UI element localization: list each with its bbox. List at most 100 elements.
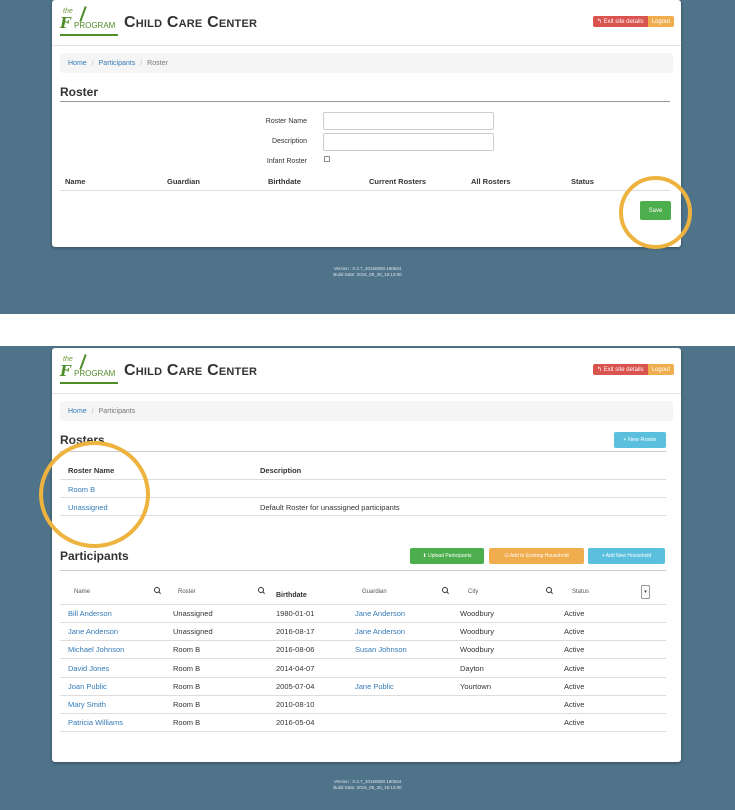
- participant-status: Active: [564, 645, 585, 655]
- infant-roster-label: Infant Roster: [266, 158, 307, 165]
- header-divider: [52, 45, 681, 46]
- participant-roster: Unassigned: [173, 609, 213, 618]
- row-rule: [60, 713, 666, 714]
- exit-site-details-button[interactable]: ↰ Exit site details: [592, 16, 648, 27]
- participant-status: Active: [564, 700, 585, 709]
- participant-name-link[interactable]: Joan Public: [68, 682, 107, 691]
- guardian-search-icon[interactable]: [442, 587, 449, 594]
- participant-name-link[interactable]: David Jones: [68, 664, 109, 673]
- save-highlight-ring: [619, 176, 692, 249]
- roster-name-label: Roster Name: [265, 118, 307, 125]
- column-guardian: Guardian: [167, 177, 200, 186]
- participant-birthdate: 1980-01-01: [276, 609, 315, 618]
- footer-build: Build Date: 2016_08_30_16:13:00: [333, 785, 402, 790]
- participant-roster: Room B: [173, 645, 201, 655]
- participant-birthdate: 2010-08-10: [276, 700, 315, 709]
- participant-city: Yourtown: [460, 681, 491, 691]
- upload-participants-button[interactable]: ⬆ Upload Participants: [410, 548, 484, 564]
- infant-roster-checkbox[interactable]: [324, 156, 330, 162]
- participant-name-link[interactable]: Patricia Williams: [68, 718, 123, 727]
- breadcrumb-current: Participants: [98, 407, 136, 415]
- participants-panel: the F PROGRAM Child Care Center ↰ Exit s…: [52, 348, 681, 762]
- rosters-rule: [60, 451, 666, 452]
- footer-version-2: Version : 0.3.7_20160830.180644 Build Da…: [0, 779, 735, 791]
- column-birthdate: Birthdate: [268, 177, 301, 186]
- roster-edit-panel: the F PROGRAM Child Care Center ↰ Exit s…: [52, 0, 681, 247]
- breadcrumb-home[interactable]: Home: [68, 60, 87, 67]
- participant-birthdate: 2016-08-17: [276, 627, 315, 637]
- fit-program-logo: the F PROGRAM: [60, 354, 118, 388]
- title-rule: [60, 101, 670, 102]
- breadcrumb-participants[interactable]: Participants: [99, 60, 136, 67]
- participant-city: Woodbury: [460, 609, 495, 618]
- add-new-household-button[interactable]: + Add New Household: [588, 548, 665, 564]
- column-current-rosters: Current Rosters: [369, 177, 427, 186]
- participant-roster: Room B: [173, 700, 201, 709]
- column-status: Status: [572, 589, 590, 595]
- logo-stick: [79, 354, 87, 370]
- participant-guardian-link[interactable]: Jane Anderson: [355, 627, 405, 636]
- column-roster: Roster: [178, 589, 196, 595]
- participant-status: Active: [564, 663, 585, 673]
- participant-name-link[interactable]: Michael Johnson: [68, 645, 124, 654]
- table-header-rule: [60, 190, 670, 191]
- column-guardian: Guardian: [362, 589, 387, 595]
- add-existing-household-button[interactable]: ☑ Add to Existing Household: [489, 548, 584, 564]
- row-rule: [60, 622, 666, 623]
- column-description: Description: [260, 466, 302, 475]
- participant-birthdate: 2016-05-04: [276, 718, 315, 728]
- roster-search-icon[interactable]: [258, 587, 265, 594]
- participant-birthdate: 2016-08-06: [276, 645, 315, 655]
- top-buttons: ↰ Exit site details Logout: [592, 16, 674, 27]
- participant-roster: Room B: [173, 663, 201, 673]
- roster-name-input[interactable]: [323, 112, 494, 130]
- participant-roster: Room B: [173, 718, 201, 728]
- city-search-icon[interactable]: [546, 587, 553, 594]
- footer-version-1: Version : 0.3.7_20160830.180644 Build Da…: [0, 266, 735, 278]
- fit-program-logo: the F PROGRAM: [60, 6, 118, 40]
- roster-row-rule: [60, 497, 666, 498]
- participants-rule: [60, 570, 666, 571]
- participant-guardian-link[interactable]: Susan Johnson: [355, 645, 407, 654]
- participant-guardian-link[interactable]: Jane Public: [355, 682, 394, 691]
- logo-underline: [60, 382, 118, 384]
- column-birthdate: Birthdate: [276, 592, 307, 599]
- participant-name-link[interactable]: Jane Anderson: [68, 627, 118, 636]
- column-name: Name: [65, 177, 86, 186]
- column-status: Status: [571, 177, 594, 186]
- logout-button[interactable]: Logout: [647, 364, 674, 375]
- header-divider: [52, 393, 681, 394]
- description-label: Description: [271, 138, 307, 145]
- row-rule: [60, 676, 666, 678]
- participant-status: Active: [564, 681, 585, 691]
- participant-status: Active: [564, 627, 585, 637]
- roster-description: Default Roster for unassigned participan…: [260, 503, 400, 512]
- participants-title: Participants: [60, 549, 129, 563]
- roster-header-rule: [60, 479, 666, 480]
- exit-site-details-button[interactable]: ↰ Exit site details: [592, 364, 648, 375]
- logo-underline: [60, 34, 118, 36]
- logo-stick: [79, 6, 87, 22]
- participant-name-link[interactable]: Bill Anderson: [68, 609, 112, 618]
- row-rule: [60, 731, 666, 733]
- breadcrumb: Home / Participants / Roster: [60, 53, 673, 73]
- footer-build: Build Date: 2016_08_30_16:13:00: [333, 272, 402, 277]
- status-filter-select[interactable]: ▾: [641, 585, 650, 599]
- roster-row-rule: [60, 515, 666, 516]
- breadcrumb: Home / Participants: [60, 401, 673, 421]
- participant-name-link[interactable]: Mary Smith: [68, 700, 106, 709]
- logo-program: PROGRAM: [74, 21, 116, 30]
- participant-guardian-link[interactable]: Jane Anderson: [355, 609, 405, 618]
- breadcrumb-home[interactable]: Home: [68, 408, 87, 415]
- participant-roster: Unassigned: [173, 627, 213, 637]
- app-title: Child Care Center: [124, 362, 258, 379]
- logo-f: F: [60, 362, 71, 380]
- new-roster-button[interactable]: + New Roster: [614, 432, 666, 448]
- logout-button[interactable]: Logout: [647, 16, 674, 27]
- participant-status: Active: [564, 609, 585, 618]
- breadcrumb-current: Roster: [147, 59, 168, 67]
- description-input[interactable]: [323, 133, 494, 151]
- name-search-icon[interactable]: [154, 587, 161, 594]
- column-city: City: [468, 589, 479, 595]
- participants-header-rule: [60, 604, 666, 605]
